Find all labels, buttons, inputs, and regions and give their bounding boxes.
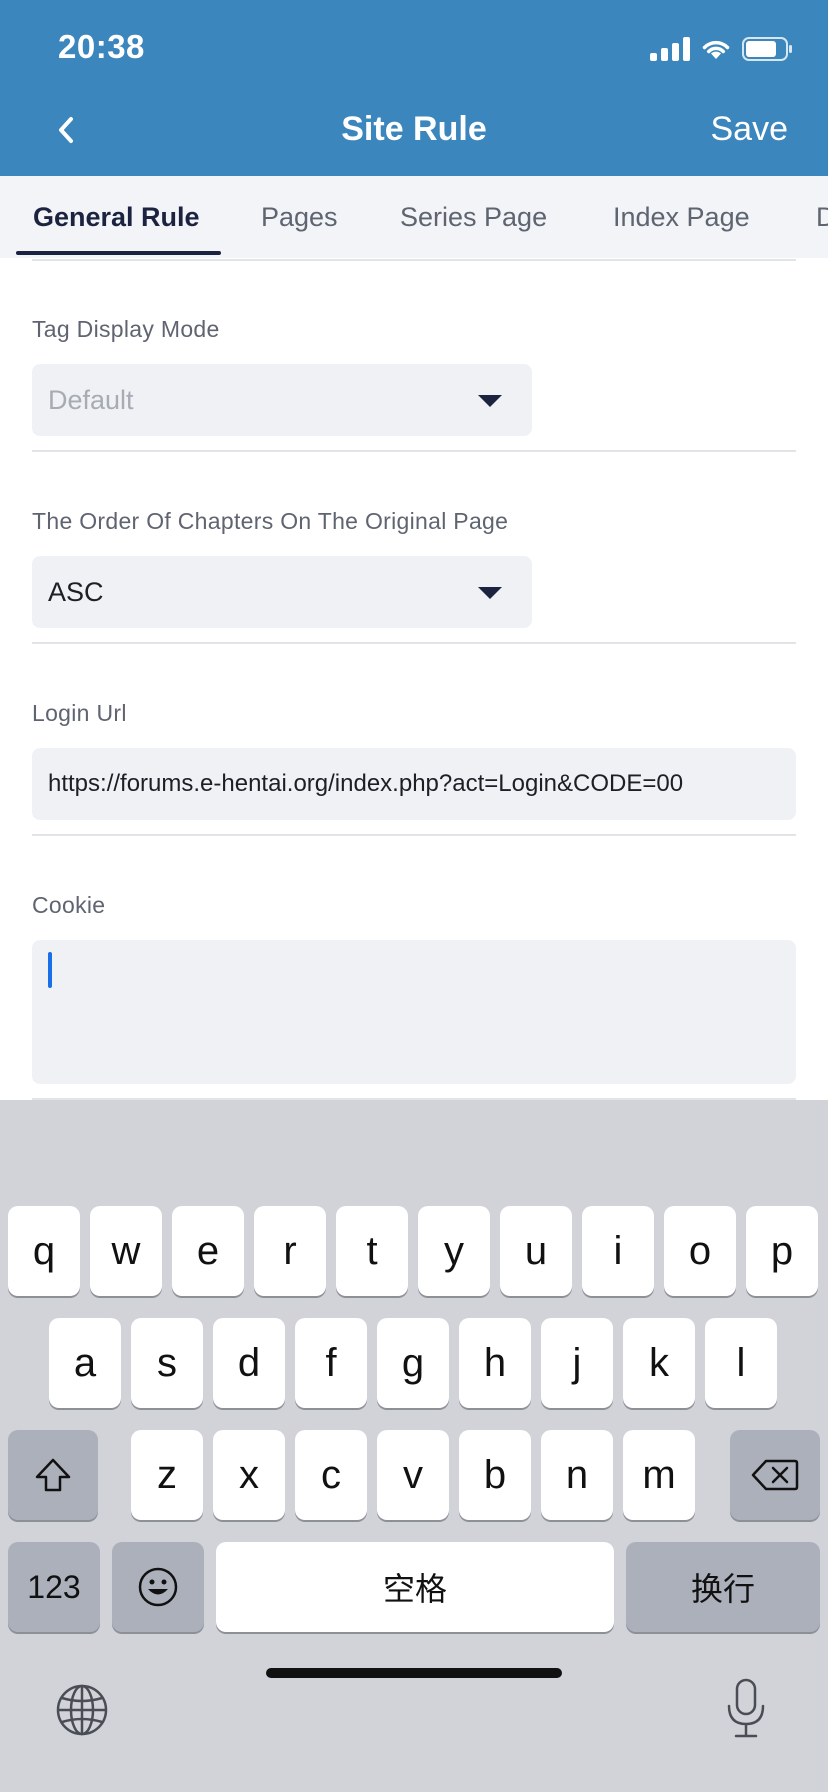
key-i[interactable]: i (582, 1206, 654, 1296)
key-j[interactable]: j (541, 1318, 613, 1408)
status-time: 20:38 (58, 28, 145, 65)
key-k[interactable]: k (623, 1318, 695, 1408)
key-p[interactable]: p (746, 1206, 818, 1296)
caret-down-icon (478, 587, 502, 599)
key-x[interactable]: x (213, 1430, 285, 1520)
active-tab-indicator (16, 251, 221, 255)
key-t[interactable]: t (336, 1206, 408, 1296)
tag-display-mode-value: Default (48, 385, 134, 415)
key-m[interactable]: m (623, 1430, 695, 1520)
form-scroll-area[interactable]: Tag Display Mode Default The Order Of Ch… (0, 258, 828, 1100)
status-icons (650, 36, 794, 62)
key-z[interactable]: z (131, 1430, 203, 1520)
chapter-order-label: The Order Of Chapters On The Original Pa… (32, 508, 509, 534)
keyboard: q w e r t y u i o p a s d f g h j k l z … (0, 1100, 828, 1792)
key-b[interactable]: b (459, 1430, 531, 1520)
tab-series-page[interactable]: Series Page (400, 176, 547, 258)
tab-pages[interactable]: Pages (261, 176, 338, 258)
chapter-order-select[interactable]: ASC (32, 556, 532, 628)
delete-key[interactable] (730, 1430, 820, 1520)
key-q[interactable]: q (8, 1206, 80, 1296)
divider (32, 259, 796, 261)
cookie-textarea[interactable] (32, 940, 796, 1084)
key-r[interactable]: r (254, 1206, 326, 1296)
key-s[interactable]: s (131, 1318, 203, 1408)
divider (32, 642, 796, 644)
key-c[interactable]: c (295, 1430, 367, 1520)
key-w[interactable]: w (90, 1206, 162, 1296)
wifi-icon (702, 40, 730, 59)
tag-display-mode-select[interactable]: Default (32, 364, 532, 436)
cookie-label: Cookie (32, 892, 106, 918)
key-d[interactable]: d (213, 1318, 285, 1408)
cellular-signal-icon (650, 37, 690, 61)
key-v[interactable]: v (377, 1430, 449, 1520)
chapter-order-value: ASC (48, 577, 104, 607)
tab-bar: General Rule Pages Series Page Index Pag… (0, 176, 828, 258)
save-button[interactable]: Save (711, 110, 789, 149)
shift-arrow-icon (35, 1458, 71, 1492)
globe-button[interactable] (52, 1680, 112, 1740)
nav-header: 20:38 Site Rule Save (0, 0, 828, 176)
globe-icon (56, 1684, 108, 1736)
numbers-key[interactable]: 123 (8, 1542, 100, 1632)
tab-overflow[interactable]: D (816, 176, 828, 258)
caret-down-icon (478, 395, 502, 407)
emoji-icon (138, 1567, 178, 1607)
microphone-icon (727, 1678, 765, 1738)
key-e[interactable]: e (172, 1206, 244, 1296)
login-url-label: Login Url (32, 700, 127, 726)
shift-key[interactable] (8, 1430, 98, 1520)
key-o[interactable]: o (664, 1206, 736, 1296)
text-cursor (48, 952, 52, 988)
home-indicator[interactable] (266, 1668, 562, 1678)
space-key[interactable]: 空格 (216, 1542, 614, 1632)
tab-general-rule[interactable]: General Rule (33, 176, 200, 258)
key-h[interactable]: h (459, 1318, 531, 1408)
return-key[interactable]: 换行 (626, 1542, 820, 1632)
login-url-input[interactable]: https://forums.e-hentai.org/index.php?ac… (32, 748, 796, 820)
key-y[interactable]: y (418, 1206, 490, 1296)
emoji-key[interactable] (112, 1542, 204, 1632)
key-l[interactable]: l (705, 1318, 777, 1408)
key-a[interactable]: a (49, 1318, 121, 1408)
tab-index-page[interactable]: Index Page (613, 176, 750, 258)
divider (32, 450, 796, 452)
key-f[interactable]: f (295, 1318, 367, 1408)
backspace-icon (751, 1459, 799, 1491)
key-u[interactable]: u (500, 1206, 572, 1296)
key-g[interactable]: g (377, 1318, 449, 1408)
dictation-button[interactable] (718, 1676, 774, 1742)
tag-display-mode-label: Tag Display Mode (32, 316, 220, 342)
page-title: Site Rule (341, 110, 487, 148)
battery-icon (742, 37, 792, 61)
divider (32, 834, 796, 836)
key-n[interactable]: n (541, 1430, 613, 1520)
